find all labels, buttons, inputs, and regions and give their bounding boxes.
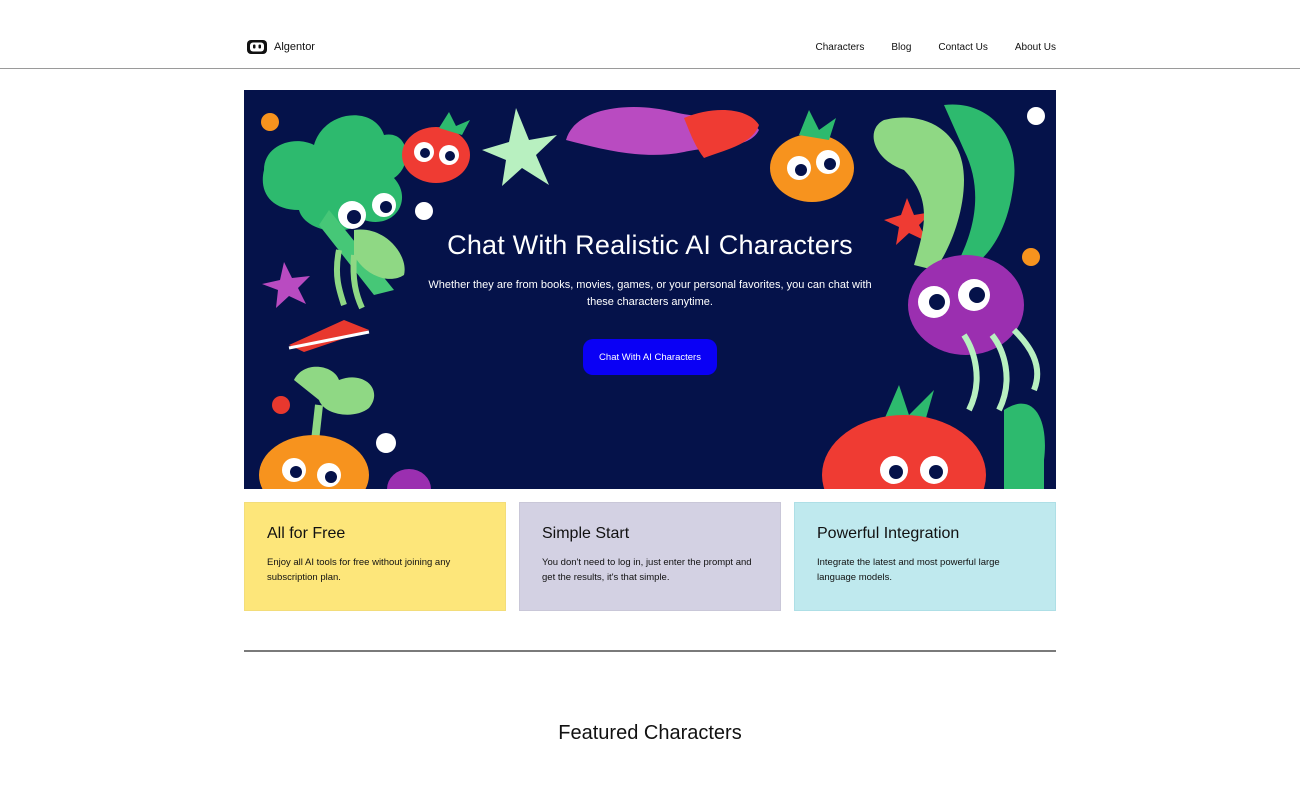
- logo[interactable]: Algentor: [246, 38, 315, 56]
- site-header: Algentor Characters Blog Contact Us Abou…: [0, 0, 1300, 69]
- feature-text: Integrate the latest and most powerful l…: [817, 557, 1000, 583]
- feature-title: All for Free: [267, 525, 346, 542]
- nav-contact-us[interactable]: Contact Us: [938, 42, 987, 53]
- feature-title: Simple Start: [542, 525, 630, 542]
- nav-blog[interactable]: Blog: [891, 42, 911, 53]
- hero-subtitle: Whether they are from books, movies, gam…: [428, 279, 872, 308]
- feature-card-simple-start: Simple Start You don't need to log in, j…: [519, 502, 781, 611]
- logo-text: Algentor: [274, 41, 315, 53]
- feature-text: Enjoy all AI tools for free without join…: [267, 557, 451, 583]
- feature-title: Powerful Integration: [817, 525, 960, 542]
- hero-title: Chat With Realistic AI Characters: [447, 230, 853, 260]
- nav-about-us[interactable]: About Us: [1015, 42, 1056, 53]
- feature-card-free: All for Free Enjoy all AI tools for free…: [244, 502, 506, 611]
- feature-card-integration: Powerful Integration Integrate the lates…: [794, 502, 1056, 611]
- chat-with-ai-characters-button[interactable]: Chat With AI Characters: [583, 339, 717, 375]
- featured-characters-heading: Featured Characters: [558, 722, 742, 744]
- section-divider: [244, 650, 1056, 652]
- main-nav: Characters Blog Contact Us About Us: [815, 42, 1056, 53]
- robot-face-icon: [247, 40, 267, 54]
- feature-text: You don't need to log in, just enter the…: [542, 557, 752, 583]
- hero-banner: Chat With Realistic AI Characters Whethe…: [244, 90, 1056, 489]
- nav-characters[interactable]: Characters: [815, 42, 864, 53]
